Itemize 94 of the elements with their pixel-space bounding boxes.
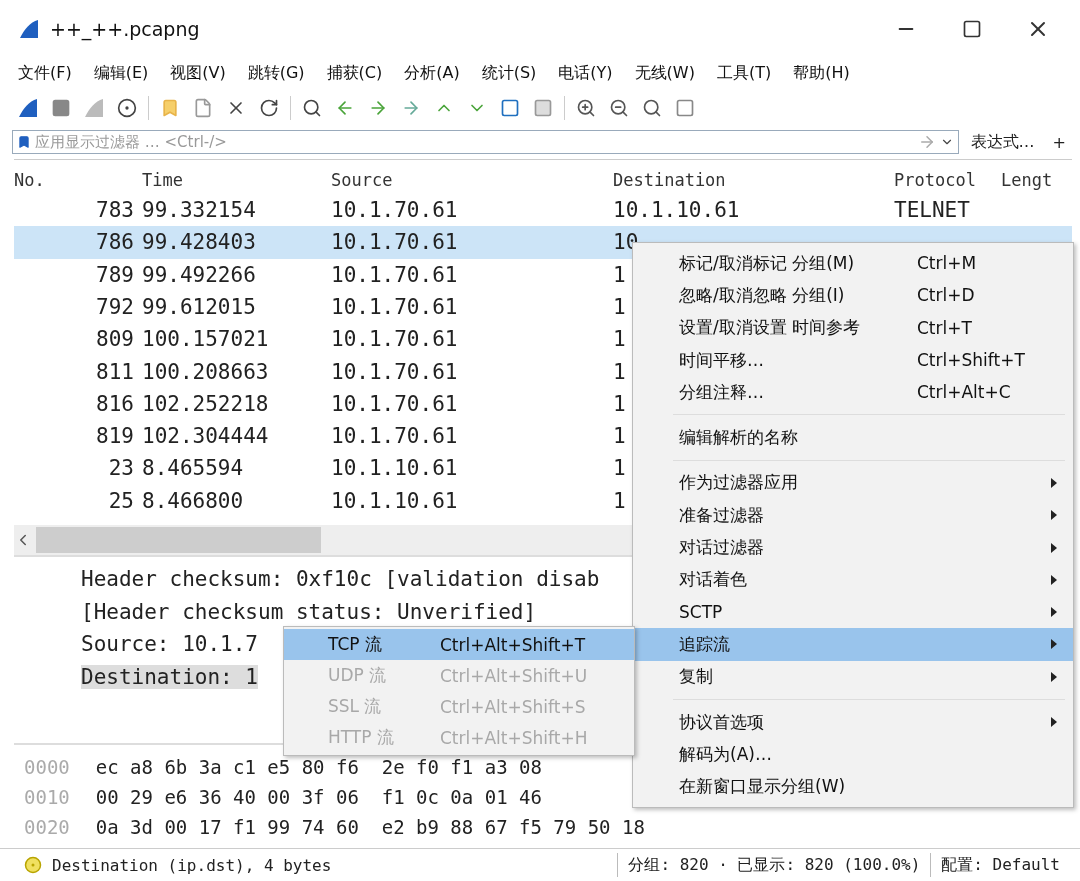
context-menu-item[interactable]: 协议首选项 — [633, 705, 1073, 739]
hex-bytes: ec a8 6b 3a c1 e5 80 f6 2e f0 f1 a3 08 — [95, 755, 542, 778]
byte-offset: 0000 — [23, 755, 70, 778]
menu-item[interactable]: 文件(F) — [18, 63, 72, 84]
window-title: ++_++.pcapng — [50, 17, 201, 40]
table-cell-text: 811 — [96, 359, 135, 384]
menu-item[interactable]: 跳转(G) — [247, 63, 305, 84]
table-cell: 1 — [613, 359, 626, 384]
table-cell: 99.492266 — [142, 262, 256, 287]
context-menu-item[interactable]: 准备过滤器 — [633, 499, 1073, 532]
detail-line[interactable]: [Header checksum status: Unverified] — [81, 599, 537, 624]
menu-item[interactable]: 视图(V) — [170, 63, 226, 84]
app-logo-icon — [18, 17, 40, 40]
context-menu-item[interactable]: 在新窗口显示分组(W) — [633, 770, 1073, 803]
table-cell: 10.1.70.61 — [331, 294, 458, 319]
table-cell: 1 — [613, 424, 626, 449]
table-cell: 1 — [613, 456, 626, 481]
context-menu-item[interactable]: 追踪流 — [633, 628, 1073, 661]
table-cell-text: 789 — [96, 262, 135, 287]
maximize-icon[interactable] — [962, 18, 982, 39]
context-menu-item[interactable]: 忽略/取消忽略 分组(I) Ctrl+D — [633, 279, 1073, 312]
table-cell: 99.612015 — [142, 294, 256, 319]
hex-bytes: 0a 3d 00 17 f1 99 74 60 e2 b9 88 67 f5 79 50 18 — [95, 815, 645, 838]
status-profile[interactable]: 配置: Default — [941, 854, 1080, 876]
table-cell: 99.428403 — [142, 230, 256, 255]
table-cell: 10.1.70.61 — [331, 391, 458, 416]
table-cell-text: 792 — [96, 294, 135, 319]
table-cell: 10.1.70.61 — [331, 198, 458, 223]
table-cell: TELNET — [894, 198, 970, 223]
column-header[interactable]: Source — [327, 169, 609, 190]
context-menu-item[interactable]: 解码为(A)… — [633, 738, 1073, 771]
menu-item[interactable]: 无线(W) — [634, 63, 695, 84]
menu-item[interactable]: 工具(T) — [716, 63, 772, 84]
menu-item[interactable]: 分析(A) — [404, 63, 460, 84]
table-cell: 1 — [613, 294, 626, 319]
table-cell: 1 — [613, 488, 626, 513]
menu-item[interactable]: 捕获(C) — [326, 63, 383, 84]
filter-field[interactable]: 应用显示过滤器 … <Ctrl-/> — [12, 130, 959, 154]
table-cell: 10.1.70.61 — [331, 359, 458, 384]
context-menu-item[interactable]: 对话着色 — [633, 563, 1073, 596]
context-menu-item[interactable]: 对话过滤器 — [633, 531, 1073, 564]
byte-offset: 0010 — [23, 785, 70, 808]
column-header[interactable]: Time — [138, 169, 327, 190]
menu-item[interactable]: 帮助(H) — [793, 63, 850, 84]
packet-row[interactable]: 783 99.332154 10.1.70.61 10.1.10.61 TELNET — [14, 193, 1072, 227]
context-menu-item[interactable]: 编辑解析的名称 — [633, 421, 1073, 454]
table-cell: 8.466800 — [142, 488, 244, 513]
detail-line[interactable]: Header checksum: 0xf10c [validation disab — [81, 567, 600, 592]
menu-item[interactable]: 统计(S) — [481, 63, 537, 84]
table-cell: 10.1.10.61 — [331, 456, 458, 481]
context-menu-item[interactable]: SCTP — [633, 595, 1073, 629]
column-header[interactable]: Destination — [609, 169, 890, 190]
table-cell: 1 — [613, 327, 626, 352]
table-cell: 100.157021 — [142, 327, 269, 352]
status-packet-count: 分组: 820 · 已显示: 820 (100.0%) — [628, 854, 921, 876]
table-cell-text: 816 — [96, 391, 135, 416]
column-header[interactable]: No. — [14, 169, 138, 190]
table-cell: 1 — [613, 391, 626, 416]
table-cell: 102.252218 — [142, 391, 269, 416]
table-cell: 8.465594 — [142, 456, 244, 481]
table-cell: 10.1.10.61 — [331, 488, 458, 513]
table-cell-text: 25 — [108, 488, 135, 513]
table-cell: 1 — [613, 262, 626, 287]
table-cell-text: 783 — [96, 198, 135, 223]
table-cell-text: 809 — [96, 327, 135, 352]
expression-button[interactable]: 表达式… — [964, 131, 1041, 153]
column-header[interactable]: Protocol — [890, 169, 997, 190]
add-filter-button[interactable]: + — [1046, 132, 1072, 152]
detail-line[interactable]: Source: 10.1.7 — [81, 632, 258, 657]
table-cell: 102.304444 — [142, 424, 269, 449]
table-cell: 10.1.70.61 — [331, 424, 458, 449]
context-menu-item[interactable]: 作为过滤器应用 — [633, 466, 1073, 500]
context-menu-item[interactable]: 分组注释… Ctrl+Alt+C — [633, 376, 1073, 409]
status-field-info: Destination (ip.dst), 4 bytes — [52, 855, 332, 875]
filter-input[interactable]: 应用显示过滤器 … <Ctrl-/> — [35, 133, 914, 151]
bookmark-icon[interactable] — [17, 135, 31, 149]
column-header[interactable]: Lengt — [997, 169, 1072, 190]
table-cell: 100.208663 — [142, 359, 269, 384]
table-cell-text: 819 — [96, 424, 135, 449]
context-menu-item[interactable]: 设置/取消设置 时间参考 Ctrl+T — [633, 311, 1073, 344]
table-cell: 10.1.70.61 — [331, 327, 458, 352]
table-cell-text: 23 — [108, 456, 135, 481]
table-cell: 99.332154 — [142, 198, 256, 223]
table-cell: 10.1.10.61 — [613, 198, 740, 223]
menu-item[interactable]: 编辑(E) — [93, 63, 149, 84]
submenu-item[interactable]: TCP 流 Ctrl+Alt+Shift+T — [284, 629, 634, 660]
table-cell-text: 786 — [96, 230, 135, 255]
hex-bytes: 00 29 e6 36 40 00 3f 06 f1 0c 0a 01 46 — [95, 785, 542, 808]
context-menu-item[interactable]: 时间平移… Ctrl+Shift+T — [633, 343, 1073, 377]
context-menu-item[interactable]: 复制 — [633, 660, 1073, 693]
menu-item[interactable]: 电话(Y) — [558, 63, 613, 84]
table-cell: 10.1.70.61 — [331, 230, 458, 255]
table-cell: 10.1.70.61 — [331, 262, 458, 287]
byte-offset: 0020 — [23, 815, 70, 838]
